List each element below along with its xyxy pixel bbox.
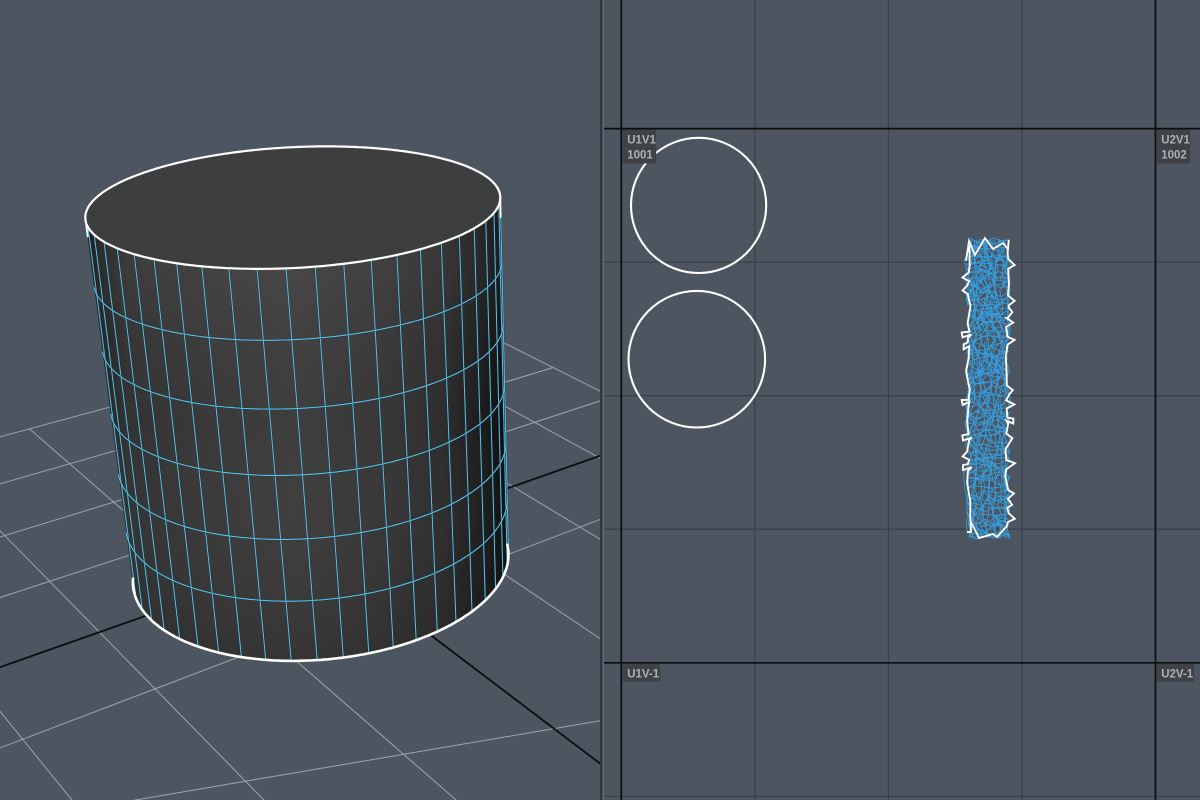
svg-text:U1V-1: U1V-1 <box>627 669 660 681</box>
svg-text:U2V-1: U2V-1 <box>1161 669 1194 681</box>
svg-text:U2V1: U2V1 <box>1161 135 1190 147</box>
svg-text:1001: 1001 <box>627 150 653 162</box>
svg-text:U1V1: U1V1 <box>627 135 656 147</box>
svg-text:1002: 1002 <box>1161 150 1187 162</box>
